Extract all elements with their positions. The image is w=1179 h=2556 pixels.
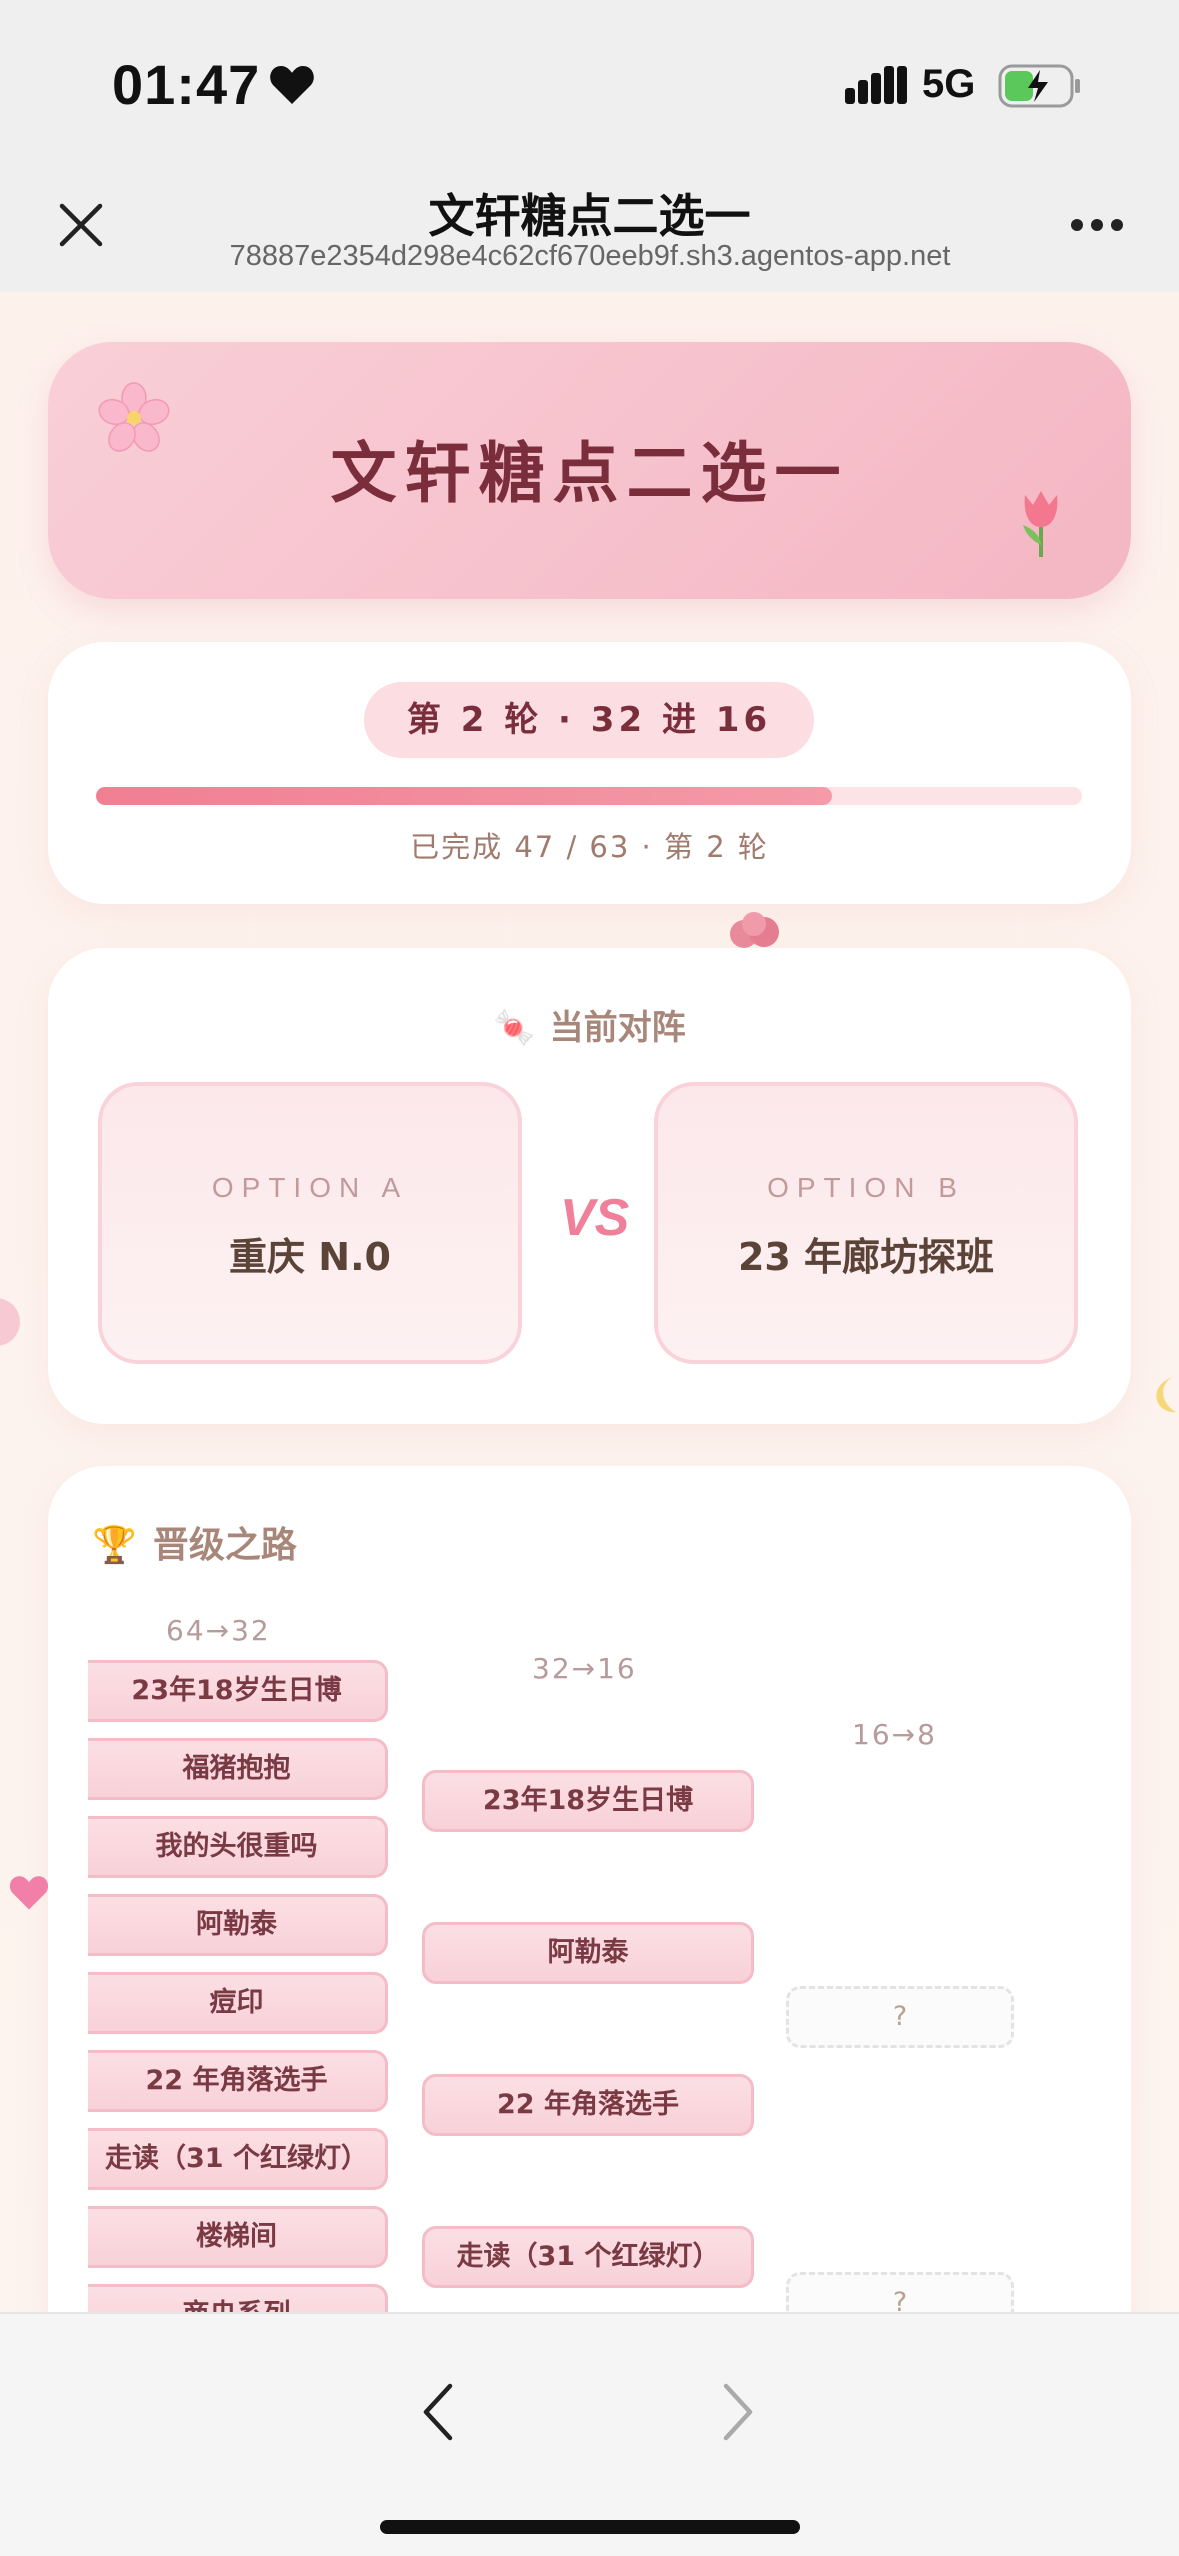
bracket-slot: 23年18岁生日博 (88, 1660, 388, 1722)
match-title: 🍬 当前对阵 (48, 1000, 1131, 1049)
bracket-slot: 商央系列 (88, 2284, 388, 2312)
browser-bottom-bar (0, 2312, 1179, 2556)
option-a-label: OPTION A (211, 1172, 409, 1203)
bracket-slot: 福猪抱抱 (88, 1738, 388, 1800)
bracket-title-text: 晋级之路 (152, 1525, 297, 1566)
option-a-name: 重庆 N.0 (229, 1235, 391, 1279)
bracket-slot: 走读（31 个红绿灯） (88, 2128, 388, 2190)
bracket-slot-empty: ? (786, 1986, 1014, 2048)
berry-decoration-icon (730, 912, 779, 948)
column-label-32-16: 32→16 (532, 1652, 637, 1685)
option-b-name: 23 年廊坊探班 (737, 1235, 995, 1279)
bubble-decoration-icon (0, 1298, 20, 1346)
bracket-slot: 22 年角落选手 (422, 2074, 754, 2136)
signal-icon (845, 66, 907, 104)
bracket-slot: 23年18岁生日博 (422, 1770, 754, 1832)
moon-decoration-icon (1156, 1376, 1176, 1413)
option-b-button[interactable]: OPTION B 23 年廊坊探班 (654, 1082, 1078, 1364)
progress-bar (96, 787, 1082, 805)
vs-label: VS (560, 1189, 630, 1247)
more-options-icon[interactable] (1070, 218, 1124, 232)
bracket-slot: 痘印 (88, 1972, 388, 2034)
back-chevron-icon[interactable] (420, 2382, 456, 2442)
bracket-slot: 22 年角落选手 (88, 2050, 388, 2112)
round-progress-card: 第 2 轮 · 32 进 16 已完成 47 / 63 · 第 2 轮 (48, 642, 1131, 904)
status-time: 01:47 (112, 53, 261, 116)
option-b-label: OPTION B (767, 1172, 965, 1203)
candy-icon: 🍬 (493, 1008, 536, 1048)
progress-bar-fill (96, 787, 832, 805)
browser-top-bar: 01:47 5G 文轩糖点二选一 78887e2354d298e4c62cf67… (0, 0, 1179, 292)
round-badge: 第 2 轮 · 32 进 16 (364, 682, 814, 758)
bracket-slot: 楼梯间 (88, 2206, 388, 2268)
heart-decoration-icon (9, 1876, 49, 1910)
heart-icon (270, 66, 314, 104)
page-url: 78887e2354d298e4c62cf670eeb9f.sh3.agento… (229, 240, 951, 272)
bracket-slot: 阿勒泰 (422, 1922, 754, 1984)
column-label-64-32: 64→32 (166, 1614, 271, 1647)
progress-text: 已完成 47 / 63 · 第 2 轮 (410, 830, 769, 864)
tulip-icon (1023, 491, 1058, 557)
battery-charging-icon (998, 64, 1080, 108)
hero-title: 文轩糖点二选一 (330, 435, 849, 512)
current-match-card: 🍬 当前对阵 OPTION A 重庆 N.0 VS OPTION B 23 年廊坊… (48, 948, 1131, 1424)
web-content: 文轩糖点二选一 第 2 轮 · 32 进 16 已完成 47 / 63 · 第 … (0, 292, 1179, 2312)
column-label-16-8: 16→8 (852, 1718, 937, 1751)
network-type: 5G (922, 62, 976, 106)
bracket-slot-empty: ? (786, 2272, 1014, 2312)
home-indicator (380, 2520, 800, 2534)
bracket-title: 🏆 晋级之路 (92, 1516, 297, 1568)
bracket-slot: 走读（31 个红绿灯） (422, 2226, 754, 2288)
page-title: 文轩糖点二选一 (428, 189, 751, 243)
bracket-slot: 阿勒泰 (88, 1894, 388, 1956)
bracket-card: 🏆 晋级之路 64→32 32→16 16→8 23年18岁生日博 福猪抱抱 我的… (48, 1466, 1131, 2312)
bracket-slot: 我的头很重吗 (88, 1816, 388, 1878)
forward-chevron-icon[interactable] (720, 2382, 756, 2442)
option-a-button[interactable]: OPTION A 重庆 N.0 (98, 1082, 522, 1364)
match-title-text: 当前对阵 (549, 1008, 686, 1048)
trophy-icon: 🏆 (92, 1525, 137, 1566)
hero-banner: 文轩糖点二选一 (48, 342, 1131, 599)
